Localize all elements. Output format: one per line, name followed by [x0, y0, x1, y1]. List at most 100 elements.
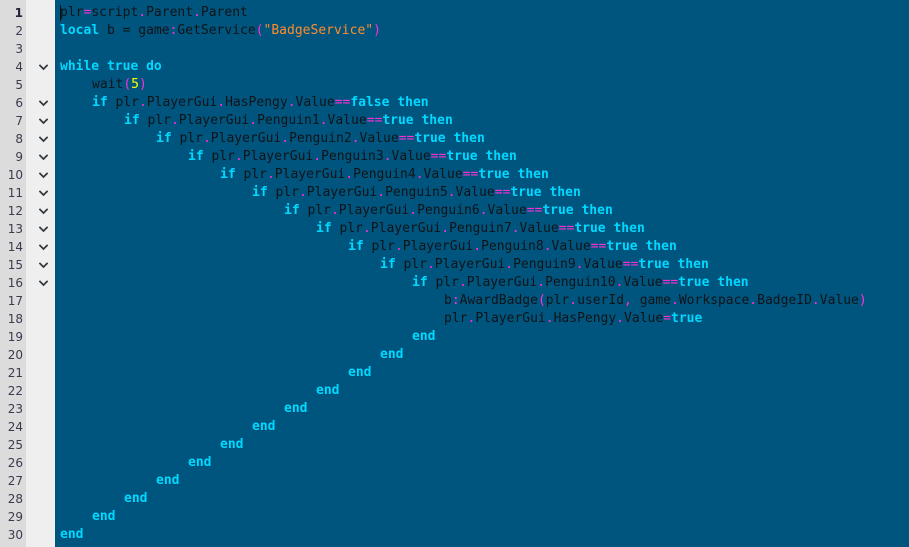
code-line[interactable]: while true do — [55, 58, 909, 76]
fold-slot — [26, 76, 55, 94]
line-number: 16 — [7, 276, 23, 290]
code-token-kw: if — [284, 203, 300, 218]
code-line[interactable]: if plr.PlayerGui.Penguin7.Value==true th… — [55, 220, 909, 238]
code-line[interactable]: if plr.PlayerGui.Penguin5.Value==true th… — [55, 184, 909, 202]
chevron-down-icon[interactable] — [39, 171, 48, 180]
code-line[interactable]: if plr.PlayerGui.HasPengy.Value==false t… — [55, 94, 909, 112]
code-token-op: . — [377, 185, 386, 200]
code-token-plain: Value — [624, 311, 664, 326]
fold-toggle[interactable] — [26, 274, 55, 292]
code-token-plain: HasPengy — [225, 95, 288, 110]
code-line[interactable]: end — [55, 490, 909, 508]
script-editor[interactable]: 1 2 3 4 5 6 7 8 9 10 11 12 13 14 15 16 17 18 19 20 21 22 23 24 2… — [0, 0, 909, 547]
code-line[interactable] — [55, 40, 909, 58]
line-number: 12 — [7, 204, 23, 218]
code-line[interactable]: end — [55, 364, 909, 382]
code-line[interactable]: if plr.PlayerGui.Penguin1.Value==true th… — [55, 112, 909, 130]
line-number: 17 — [7, 294, 23, 308]
code-line[interactable]: if plr.PlayerGui.Penguin8.Value==true th… — [55, 238, 909, 256]
line-number: 1 — [14, 6, 23, 20]
code-token-op: . — [202, 131, 211, 146]
fold-toggle[interactable] — [26, 112, 55, 130]
code-line[interactable]: if plr.PlayerGui.Penguin6.Value==true th… — [55, 202, 909, 220]
code-line[interactable]: end — [55, 382, 909, 400]
chevron-down-icon[interactable] — [39, 117, 48, 126]
code-token-op: == — [526, 203, 543, 218]
code-token-kw: if — [124, 113, 140, 128]
code-token-op: . — [426, 257, 435, 272]
chevron-down-icon[interactable] — [39, 63, 48, 72]
code-token-kw: true then — [510, 185, 581, 200]
chevron-down-icon[interactable] — [39, 189, 48, 198]
chevron-down-icon[interactable] — [39, 207, 48, 216]
fold-toggle[interactable] — [26, 238, 55, 256]
chevron-down-icon[interactable] — [39, 225, 48, 234]
code-token-plain: plr — [395, 257, 427, 272]
code-line[interactable]: local b = game:GetService("BadgeService"… — [55, 22, 909, 40]
chevron-down-icon[interactable] — [39, 135, 48, 144]
fold-slot — [26, 310, 55, 328]
code-token-plain: PlayerGui — [242, 149, 314, 164]
line-number: 8 — [15, 132, 23, 146]
chevron-down-icon[interactable] — [39, 279, 48, 288]
code-line[interactable]: if plr.PlayerGui.Penguin10.Value==true t… — [55, 274, 909, 292]
fold-slot — [26, 4, 55, 22]
code-line[interactable]: plr.PlayerGui.HasPengy.Value=true — [55, 310, 909, 328]
fold-toggle[interactable] — [26, 220, 55, 238]
code-token-kw: end — [156, 473, 180, 488]
code-line[interactable]: if plr.PlayerGui.Penguin9.Value==true th… — [55, 256, 909, 274]
code-token-op: ) — [373, 23, 381, 38]
code-text-area[interactable]: plr=script.Parent.Parent local b = game:G… — [55, 0, 909, 547]
fold-toggle[interactable] — [26, 166, 55, 184]
code-token-plain: Parent — [200, 5, 248, 20]
code-token-op: : — [451, 293, 460, 308]
code-token-op: . — [170, 113, 179, 128]
code-token-op: = — [663, 311, 672, 326]
line-number: 23 — [7, 402, 23, 416]
code-line[interactable]: if plr.PlayerGui.Penguin2.Value==true th… — [55, 130, 909, 148]
code-line[interactable]: end — [55, 418, 909, 436]
code-line[interactable]: end — [55, 526, 909, 544]
code-token-op: . — [249, 113, 258, 128]
chevron-down-icon[interactable] — [39, 243, 48, 252]
fold-toggle[interactable] — [26, 184, 55, 202]
code-token-op: . — [458, 275, 467, 290]
code-line[interactable]: wait(5) — [55, 76, 909, 94]
code-token-op: . — [298, 185, 307, 200]
chevron-down-icon[interactable] — [39, 153, 48, 162]
code-token-plain: plr — [545, 293, 570, 308]
fold-toggle[interactable] — [26, 148, 55, 166]
code-token-kw: true then — [478, 167, 549, 182]
fold-toggle[interactable] — [26, 202, 55, 220]
code-token-plain: PlayerGui — [466, 275, 538, 290]
code-token-plain: Value — [819, 293, 859, 308]
code-line[interactable]: b:AwardBadge(plr.userId, game.Workspace.… — [55, 292, 909, 310]
code-token-op: == — [398, 131, 415, 146]
chevron-down-icon[interactable] — [39, 261, 48, 270]
code-line[interactable]: end — [55, 436, 909, 454]
code-line[interactable]: plr=script.Parent.Parent — [55, 4, 909, 22]
code-line[interactable]: end — [55, 346, 909, 364]
fold-toggle[interactable] — [26, 94, 55, 112]
code-token-plain: Value — [623, 275, 663, 290]
code-folding-column[interactable] — [26, 0, 55, 547]
fold-toggle[interactable] — [26, 256, 55, 274]
code-line[interactable]: end — [55, 454, 909, 472]
code-token-op: ( — [123, 77, 132, 92]
chevron-down-icon[interactable] — [39, 99, 48, 108]
code-line[interactable]: end — [55, 472, 909, 490]
fold-toggle[interactable] — [26, 58, 55, 76]
code-token-kw: if — [252, 185, 268, 200]
code-line[interactable]: end — [55, 508, 909, 526]
code-token-plain: Value — [295, 95, 335, 110]
code-token-plain: b = game — [99, 23, 170, 38]
code-token-kw: end — [220, 437, 244, 452]
code-token-kw: end — [60, 527, 84, 542]
code-line[interactable]: if plr.PlayerGui.Penguin3.Value==true th… — [55, 148, 909, 166]
code-line[interactable]: if plr.PlayerGui.Penguin4.Value==true th… — [55, 166, 909, 184]
line-number: 11 — [7, 186, 23, 200]
code-line[interactable]: end — [55, 328, 909, 346]
fold-toggle[interactable] — [26, 130, 55, 148]
code-line[interactable]: end — [55, 400, 909, 418]
code-token-plain: Penguin3 — [321, 149, 384, 164]
